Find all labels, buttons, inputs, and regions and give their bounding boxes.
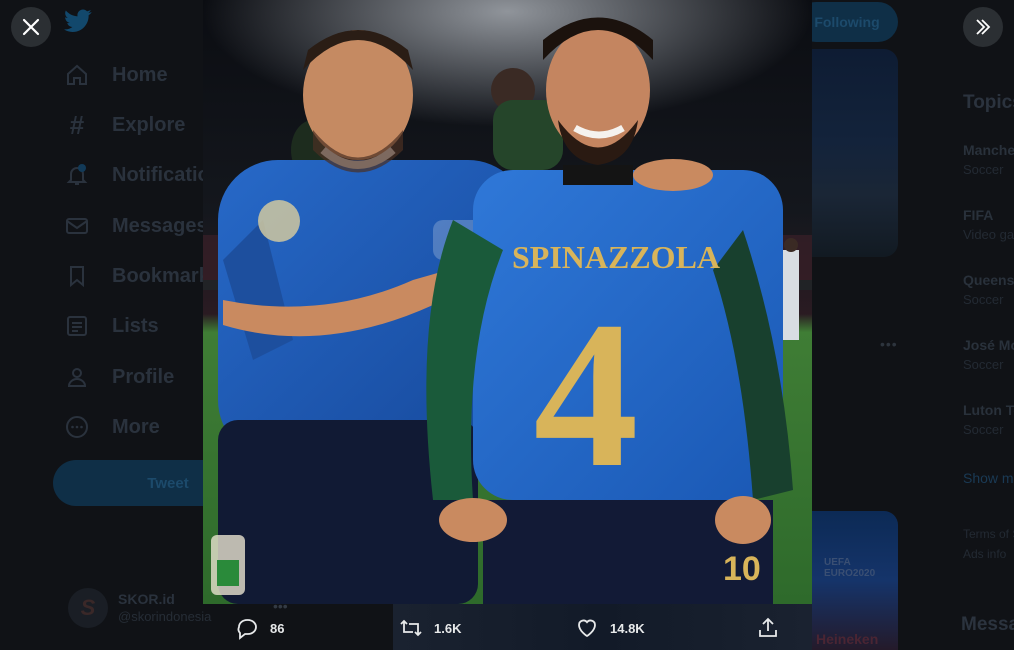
nav-home-label: Home [112,63,168,86]
tweet-more-icon[interactable]: ••• [880,336,898,352]
nav-profile[interactable]: Profile [64,362,174,392]
person-icon [64,364,90,390]
nav-explore[interactable]: # Explore [64,109,186,140]
topic-name: Queens Park Rangers [963,272,1014,288]
topics-heading: Topics [963,92,1014,113]
nav-lists-label: Lists [112,314,159,337]
topic-item[interactable]: José Mourinho Soccer [963,335,1014,375]
terms-link[interactable]: Terms of Service [963,524,1014,544]
shorts-number-text: 10 [723,550,761,588]
avatar: S [68,588,108,628]
tweet-image-partial[interactable] [812,49,898,257]
share-icon [759,617,777,637]
retweet-button[interactable]: 1.6K [399,615,461,641]
messages-drawer-title[interactable]: Messages [961,614,1014,636]
topic-category: Video games [963,227,1014,242]
jersey-number-text: 4 [534,279,639,511]
topic-item[interactable]: Manchester Soccer [963,140,1014,180]
account-switcher[interactable]: S SKOR.id @skorindonesia [68,588,211,628]
media-viewer: Home # Explore Notifications Messages Bo… [0,0,1014,650]
account-name: SKOR.id [118,591,175,607]
ads-info-link[interactable]: Ads info [963,544,1014,564]
reply-count: 86 [270,620,285,636]
jersey-name-text: SPINAZZOLA [512,239,720,275]
nav-bookmarks[interactable]: Bookmarks [64,261,221,291]
topic-name: FIFA [963,207,994,223]
list-icon [64,313,90,339]
topic-item[interactable]: Luton Town Soccer [963,400,1014,440]
like-count: 14.8K [610,620,645,636]
heart-icon [578,619,596,638]
bell-icon [64,162,90,188]
photo-canvas: SPINAZZOLA 4 10 [203,0,812,604]
footer-links: Terms of Service Ads info [963,524,1014,564]
hashtag-icon: # [69,109,85,140]
twitter-logo-icon[interactable] [64,8,92,34]
topic-category: Soccer [963,292,1004,307]
nav-home[interactable]: Home [64,60,168,90]
tweet-image-partial-2[interactable]: UEFA EURO2020 Heineken [812,511,898,650]
share-button[interactable] [756,615,780,641]
expand-sidebar-button[interactable] [963,7,1003,47]
double-chevron-right-icon [976,19,991,35]
side-image-text-sponsor: Heineken [816,631,879,647]
nav-more[interactable]: More [64,412,160,442]
like-button[interactable]: 14.8K [575,615,645,641]
close-button[interactable] [11,7,51,47]
topic-name: José Mourinho [963,337,1014,353]
media-photo[interactable]: SPINAZZOLA 4 10 [203,0,812,604]
nav-profile-label: Profile [112,365,175,388]
mail-icon [64,213,90,239]
retweet-icon [400,619,422,637]
topic-item[interactable]: FIFA Video games [963,205,1014,245]
close-icon [22,18,40,36]
account-handle: @skorindonesia [118,609,212,624]
topic-item[interactable]: Queens Park Rangers Soccer [963,270,1014,310]
show-more-link[interactable]: Show more [963,470,1014,486]
nav-lists[interactable]: Lists [64,311,159,341]
reply-button[interactable]: 86 [235,615,284,641]
nav-more-label: More [112,415,160,438]
topic-name: Luton Town [963,402,1014,418]
topic-name: Manchester [963,142,1014,158]
retweet-count: 1.6K [434,620,462,636]
nav-explore-label: Explore [112,113,186,136]
nav-messages[interactable]: Messages [64,211,208,241]
home-icon [64,62,90,88]
side-image-text-euro: UEFA EURO2020 [824,557,876,579]
nav-messages-label: Messages [112,214,208,237]
topic-category: Soccer [963,422,1004,437]
bookmark-icon [64,263,90,289]
reply-icon [237,619,257,640]
topic-category: Soccer [963,357,1004,372]
more-circle-icon [64,414,90,440]
topic-category: Soccer [963,162,1004,177]
